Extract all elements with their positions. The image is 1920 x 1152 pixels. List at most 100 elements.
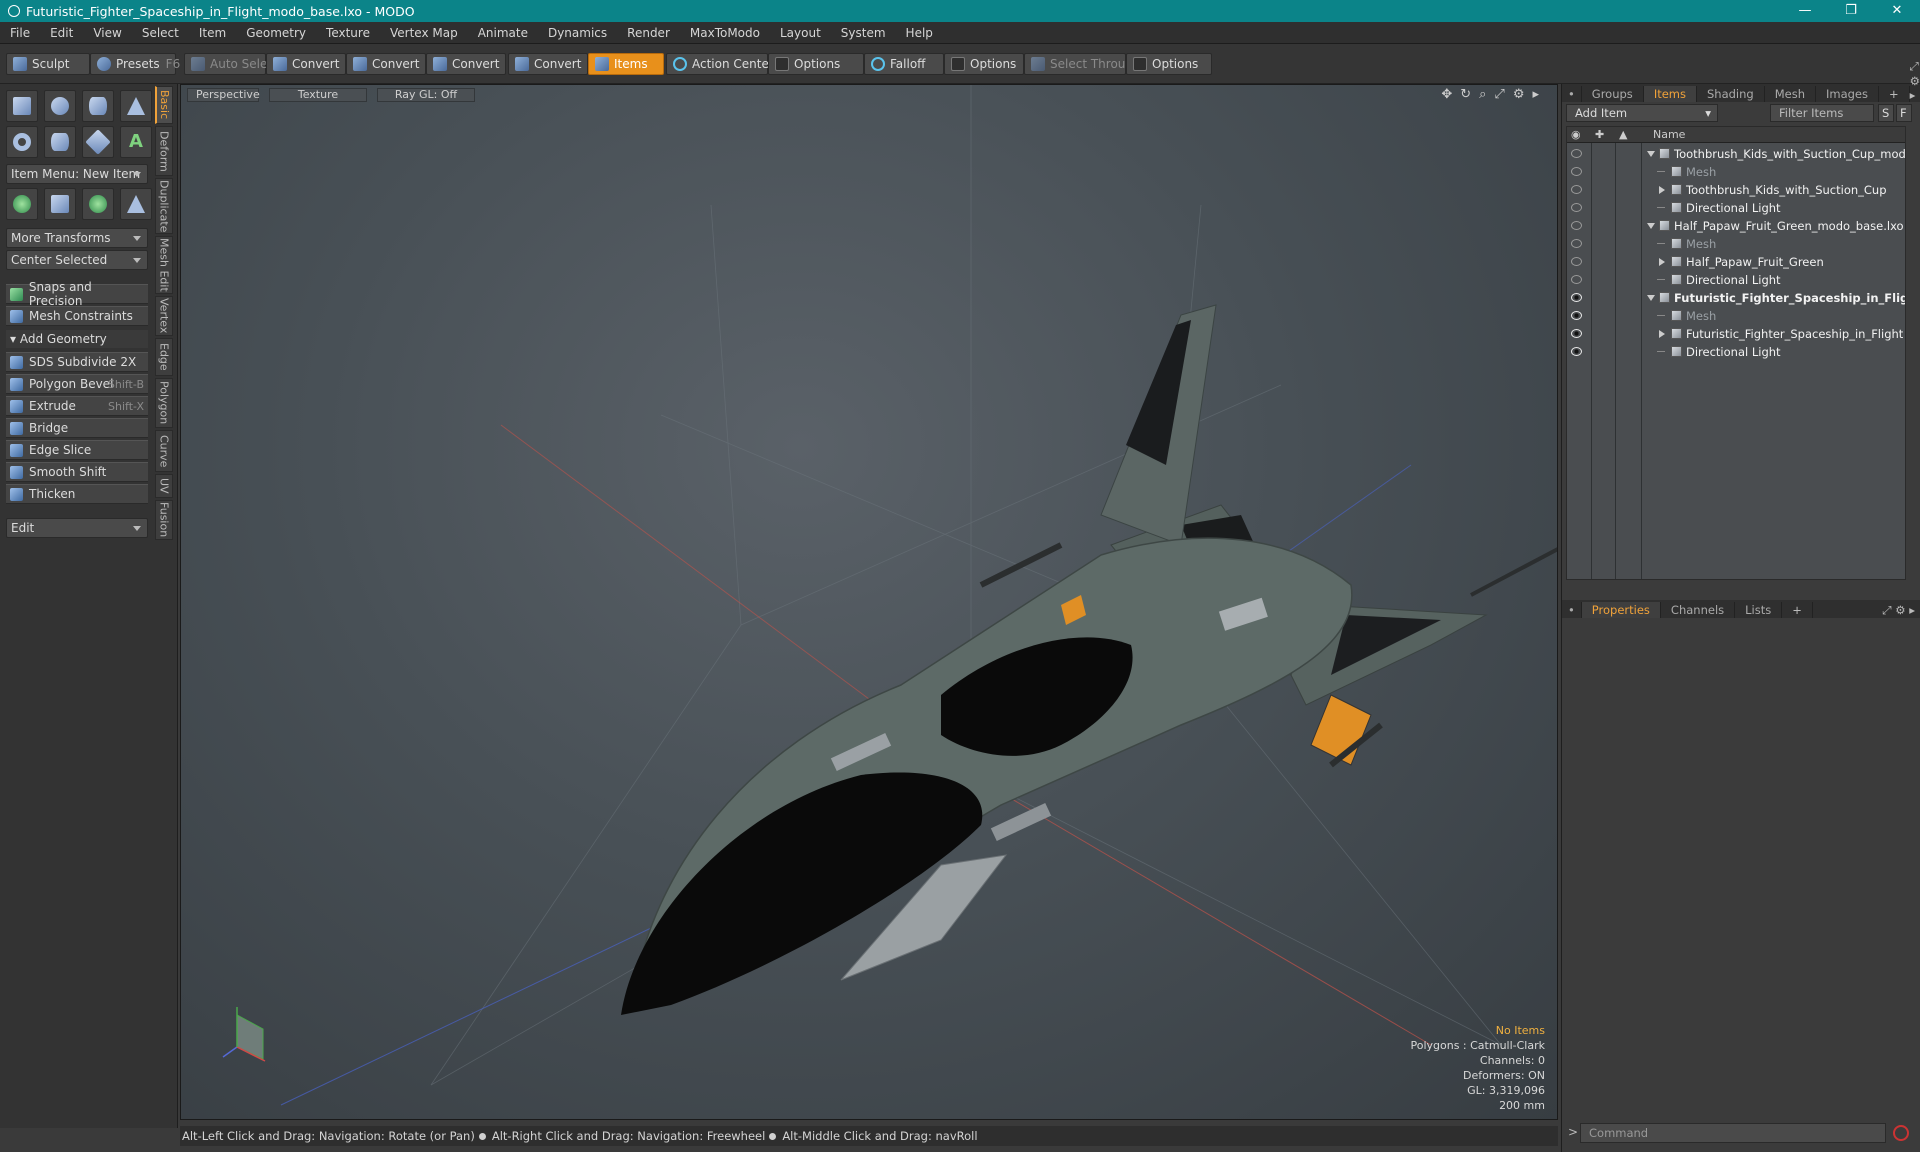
vtab-vertex[interactable]: Vertex (155, 296, 173, 336)
item-row[interactable]: Futuristic_Fighter_Spaceship_in_Flight (1567, 325, 1905, 343)
options-button-3[interactable]: Options (1126, 53, 1212, 75)
menu-texture[interactable]: Texture (316, 22, 380, 44)
cone-tool[interactable] (120, 90, 152, 122)
item-row[interactable]: Toothbrush_Kids_with_Suction_Cup_modo ..… (1567, 145, 1905, 163)
globe-tool[interactable] (82, 188, 114, 220)
visibility-eye-icon[interactable] (1571, 185, 1582, 194)
select-through-button[interactable]: Select Through (1024, 53, 1141, 75)
convert-button-2[interactable]: Convert (346, 53, 426, 75)
spaceship-model[interactable] (621, 304, 1558, 1015)
items-mode-button[interactable]: Items (588, 53, 664, 75)
perspective-view-button[interactable]: Perspective (187, 88, 260, 102)
item-row[interactable]: Directional Light (1567, 343, 1905, 361)
visibility-eye-icon[interactable] (1571, 149, 1582, 158)
menu-view[interactable]: View (83, 22, 131, 44)
command-history-icon[interactable] (1893, 1125, 1909, 1141)
vtab-mesh-edit[interactable]: Mesh Edit (155, 236, 173, 294)
visibility-eye-icon[interactable] (1571, 221, 1582, 230)
convert-button-1[interactable]: Convert (266, 53, 346, 75)
expand-arrow-icon[interactable] (1647, 223, 1655, 229)
menu-geometry[interactable]: Geometry (236, 22, 316, 44)
cylinder-tool[interactable] (82, 90, 114, 122)
filter-items-input[interactable]: Filter Items (1770, 104, 1874, 122)
visibility-eye-icon[interactable] (1571, 329, 1582, 338)
item-row[interactable]: Directional Light (1567, 199, 1905, 217)
menu-item[interactable]: Item (189, 22, 236, 44)
add-tab-icon[interactable]: + (1782, 602, 1813, 618)
vtab-duplicate[interactable]: Duplicate (155, 178, 173, 234)
falloff-button[interactable]: Falloff (864, 53, 944, 75)
item-row[interactable]: Half_Papaw_Fruit_Green (1567, 253, 1905, 271)
menu-render[interactable]: Render (617, 22, 680, 44)
panel-options-icon[interactable]: ⤢ ⚙ ▸ (1882, 603, 1920, 618)
grid-tool[interactable] (44, 188, 76, 220)
raygl-button[interactable]: Ray GL: Off (377, 88, 475, 102)
menu-layout[interactable]: Layout (770, 22, 831, 44)
tool-bridge[interactable]: Bridge (6, 418, 148, 438)
pyramid-tool[interactable] (120, 188, 152, 220)
menu-file[interactable]: File (0, 22, 40, 44)
collapse-arrow-icon[interactable] (1659, 186, 1665, 194)
maximize-button[interactable]: ❐ (1828, 0, 1874, 22)
item-row[interactable]: Mesh (1567, 235, 1905, 253)
visibility-eye-icon[interactable] (1571, 347, 1582, 356)
convert-button-3[interactable]: Convert (426, 53, 506, 75)
vtab-curve[interactable]: Curve (155, 430, 173, 472)
tool-smooth-shift[interactable]: Smooth Shift (6, 462, 148, 482)
transform-tool[interactable] (6, 188, 38, 220)
close-button[interactable]: ✕ (1874, 0, 1920, 22)
expand-arrow-icon[interactable] (1647, 151, 1655, 157)
pan-icon[interactable]: ✥ (1441, 87, 1452, 102)
menu-maxtomodo[interactable]: MaxToModo (680, 22, 770, 44)
panel-options-icon[interactable]: ⤢ ⚙ ▸ (1910, 59, 1920, 102)
item-row[interactable]: Directional Light (1567, 271, 1905, 289)
menu-edit[interactable]: Edit (40, 22, 83, 44)
expand-arrow-icon[interactable] (1647, 295, 1655, 301)
settings-icon[interactable]: ⚙ (1513, 87, 1525, 102)
pen-tool[interactable] (82, 126, 114, 158)
tab-channels[interactable]: Channels (1661, 602, 1736, 618)
visibility-eye-icon[interactable] (1571, 239, 1582, 248)
presets-button[interactable]: Presets F6 (90, 53, 180, 75)
vtab-fusion[interactable]: Fusion (155, 500, 173, 540)
more-transforms-dropdown[interactable]: More Transforms (6, 228, 148, 248)
options-button-1[interactable]: Options (768, 53, 864, 75)
item-row[interactable]: Futuristic_Fighter_Spaceship_in_Flig... (1567, 289, 1905, 307)
convert-button-4[interactable]: Convert (508, 53, 588, 75)
vtab-deform[interactable]: Deform (155, 126, 173, 176)
torus-tool[interactable] (6, 126, 38, 158)
panel-menu-icon[interactable]: • (1562, 86, 1582, 102)
center-selected-dropdown[interactable]: Center Selected (6, 250, 148, 270)
tool-sds-subdivide-2x[interactable]: SDS Subdivide 2X (6, 352, 148, 372)
command-input[interactable]: Command (1580, 1123, 1886, 1143)
zoom-icon[interactable]: ⌕ (1479, 87, 1486, 102)
tab-shading[interactable]: Shading (1697, 86, 1765, 102)
auto-select-button[interactable]: Auto Select (184, 53, 279, 75)
f-filter-button[interactable]: F (1896, 104, 1912, 122)
mesh-constraints-button[interactable]: Mesh Constraints (6, 306, 148, 326)
tool-thicken[interactable]: Thicken (6, 484, 148, 504)
add-item-button[interactable]: Add Item ▾ (1566, 104, 1718, 122)
tool-edge-slice[interactable]: Edge Slice (6, 440, 148, 460)
tab-properties[interactable]: Properties (1581, 602, 1661, 618)
menu-help[interactable]: Help (896, 22, 943, 44)
item-row[interactable]: Mesh (1567, 307, 1905, 325)
tab-images[interactable]: Images (1816, 86, 1879, 102)
vtab-edge[interactable]: Edge (155, 338, 173, 376)
3d-viewport[interactable]: Perspective Texture Ray GL: Off ✥ ↻ ⌕ ⤢ … (180, 84, 1558, 1120)
minimize-button[interactable]: — (1782, 0, 1828, 22)
rotate-icon[interactable]: ↻ (1460, 87, 1471, 102)
add-tab-icon[interactable]: + (1879, 86, 1910, 102)
tab-mesh-[interactable]: Mesh ... (1765, 86, 1816, 117)
menu-select[interactable]: Select (132, 22, 189, 44)
visibility-eye-icon[interactable] (1571, 293, 1582, 302)
scene-canvas[interactable] (181, 85, 1558, 1120)
tool-polygon-bevel[interactable]: Polygon Bevel Shift-B (6, 374, 148, 394)
tab-groups[interactable]: Groups (1582, 86, 1644, 102)
visibility-eye-icon[interactable] (1571, 167, 1582, 176)
options-button-2[interactable]: Options (944, 53, 1024, 75)
texture-shading-button[interactable]: Texture (269, 88, 367, 102)
edit-dropdown[interactable]: Edit (6, 518, 148, 538)
visibility-eye-icon[interactable] (1571, 257, 1582, 266)
vtab-polygon[interactable]: Polygon (155, 378, 173, 428)
